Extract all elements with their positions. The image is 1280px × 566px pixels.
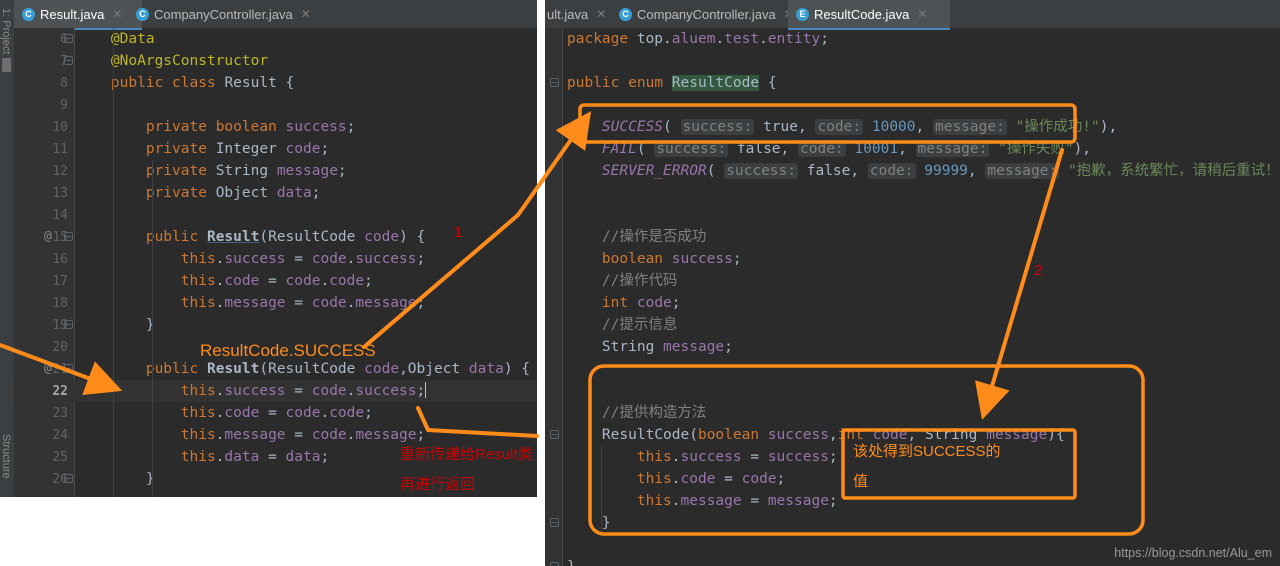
fold-marker-down[interactable] <box>550 78 559 87</box>
java-enum-icon: E <box>796 7 809 21</box>
code-line[interactable]: private boolean success; <box>76 116 356 138</box>
tool-window-structure-label[interactable]: Structure <box>0 434 12 479</box>
code-line[interactable]: this.success = code.success; <box>76 380 427 402</box>
close-icon[interactable]: ✕ <box>596 7 606 21</box>
code-line[interactable]: public Result(ResultCode code,Object dat… <box>76 358 530 380</box>
fold-marker-down[interactable] <box>64 232 73 241</box>
fold-marker-down[interactable] <box>550 430 559 439</box>
code-line[interactable]: @NoArgsConstructor <box>76 50 268 72</box>
tab-label: ResultCode.java <box>814 6 910 22</box>
tab-label: Result.java <box>40 6 105 22</box>
line-number: 13 <box>52 185 68 201</box>
line-number: 23 <box>52 405 68 421</box>
code-line[interactable]: public Result(ResultCode code) { <box>76 226 425 248</box>
code-line[interactable]: public enum ResultCode { <box>567 72 777 94</box>
indent-guide <box>152 160 153 497</box>
text-caret <box>425 382 427 398</box>
close-icon[interactable]: ✕ <box>917 7 927 21</box>
code-line[interactable]: //操作代码 <box>567 270 677 292</box>
gutter-annotation-marker[interactable]: @ <box>44 229 52 244</box>
code-line[interactable]: //提供构造方法 <box>567 402 706 424</box>
line-number: 11 <box>52 141 68 157</box>
line-number: 24 <box>52 427 68 443</box>
tab-resultcode-java[interactable]: E ResultCode.java ✕ <box>788 0 950 30</box>
code-line[interactable]: this.success = code.success; <box>76 248 425 270</box>
code-line[interactable]: } <box>567 512 611 534</box>
right-gutter-divider <box>562 28 563 566</box>
line-number: 9 <box>60 97 68 113</box>
code-line[interactable]: this.message = message; <box>567 490 838 512</box>
line-number: 22 <box>52 383 68 399</box>
fold-marker-up[interactable] <box>64 320 73 329</box>
close-icon[interactable]: ✕ <box>112 7 122 21</box>
indent-guide <box>601 446 602 534</box>
left-panel-whitespace <box>0 497 537 566</box>
tab-label: CompanyController.java <box>637 6 776 22</box>
code-line[interactable]: SUCCESS( success: true, code: 10000, mes… <box>567 116 1117 138</box>
fold-marker-up[interactable] <box>64 474 73 483</box>
right-editor-panel: ult.java ✕ C CompanyController.java ✕ E … <box>545 0 1280 566</box>
code-line[interactable]: boolean success; <box>567 248 742 270</box>
code-line[interactable]: int code; <box>567 292 681 314</box>
right-gutter[interactable] <box>545 28 561 566</box>
code-line[interactable]: SERVER_ERROR( success: false, code: 9999… <box>567 160 1280 182</box>
tab-result-java-clipped[interactable]: ult.java ✕ <box>545 0 621 28</box>
left-tool-stripe <box>0 0 14 497</box>
screenshot-root: C Result.java ✕ C CompanyController.java… <box>0 0 1280 566</box>
code-line[interactable]: String message; <box>567 336 733 358</box>
fold-marker-down[interactable] <box>64 34 73 43</box>
code-line[interactable]: FAIL( success: false, code: 10001, messa… <box>567 138 1091 160</box>
code-line[interactable]: public class Result { <box>76 72 294 94</box>
tool-window-project-label[interactable]: 1: Project <box>0 8 12 54</box>
line-number: 17 <box>52 273 68 289</box>
gutter-annotation-marker[interactable]: @ <box>44 361 52 376</box>
tab-companycontroller-java-right[interactable]: C CompanyController.java ✕ <box>611 0 802 28</box>
code-line[interactable]: //操作是否成功 <box>567 226 706 248</box>
tab-companycontroller-java[interactable]: C CompanyController.java ✕ <box>128 0 319 28</box>
line-number: 12 <box>52 163 68 179</box>
java-class-icon: C <box>22 7 35 21</box>
fold-marker-down[interactable] <box>64 364 73 373</box>
line-number: 14 <box>52 207 68 223</box>
code-line[interactable]: ResultCode(boolean success,int code, Str… <box>567 424 1065 446</box>
fold-marker-up[interactable] <box>550 518 559 527</box>
code-line[interactable]: package top.aluem.test.entity; <box>567 28 829 50</box>
code-line[interactable]: private String message; <box>76 160 347 182</box>
line-number: 20 <box>52 339 68 355</box>
indent-guide <box>113 28 114 497</box>
code-line[interactable]: } <box>76 468 155 490</box>
tab-result-java[interactable]: C Result.java ✕ <box>14 0 142 30</box>
code-line[interactable]: @Data <box>76 28 155 50</box>
java-class-icon: C <box>136 7 149 21</box>
line-number: 16 <box>52 251 68 267</box>
tab-label: ult.java <box>547 6 589 22</box>
line-number: 10 <box>52 119 68 135</box>
code-line[interactable]: //提示信息 <box>567 314 677 336</box>
close-icon[interactable]: ✕ <box>301 7 311 21</box>
code-line[interactable]: this.code = code.code; <box>76 270 373 292</box>
java-class-icon: C <box>619 7 632 21</box>
code-line[interactable]: this.success = success; <box>567 446 838 468</box>
code-line[interactable]: } <box>76 314 155 336</box>
line-number: 18 <box>52 295 68 311</box>
code-line[interactable]: } <box>567 556 576 566</box>
fold-marker-up[interactable] <box>64 56 73 65</box>
fold-marker-up[interactable] <box>550 562 559 566</box>
line-number: 8 <box>60 75 68 91</box>
code-line[interactable]: this.code = code; <box>567 468 785 490</box>
code-line[interactable]: this.code = code.code; <box>76 402 373 424</box>
stripe-thumb <box>2 58 11 72</box>
code-line[interactable]: this.message = code.message; <box>76 292 425 314</box>
tab-label: CompanyController.java <box>154 6 293 22</box>
code-line[interactable]: this.message = code.message; <box>76 424 425 446</box>
line-number: 25 <box>52 449 68 465</box>
left-editor-panel: C Result.java ✕ C CompanyController.java… <box>0 0 537 497</box>
